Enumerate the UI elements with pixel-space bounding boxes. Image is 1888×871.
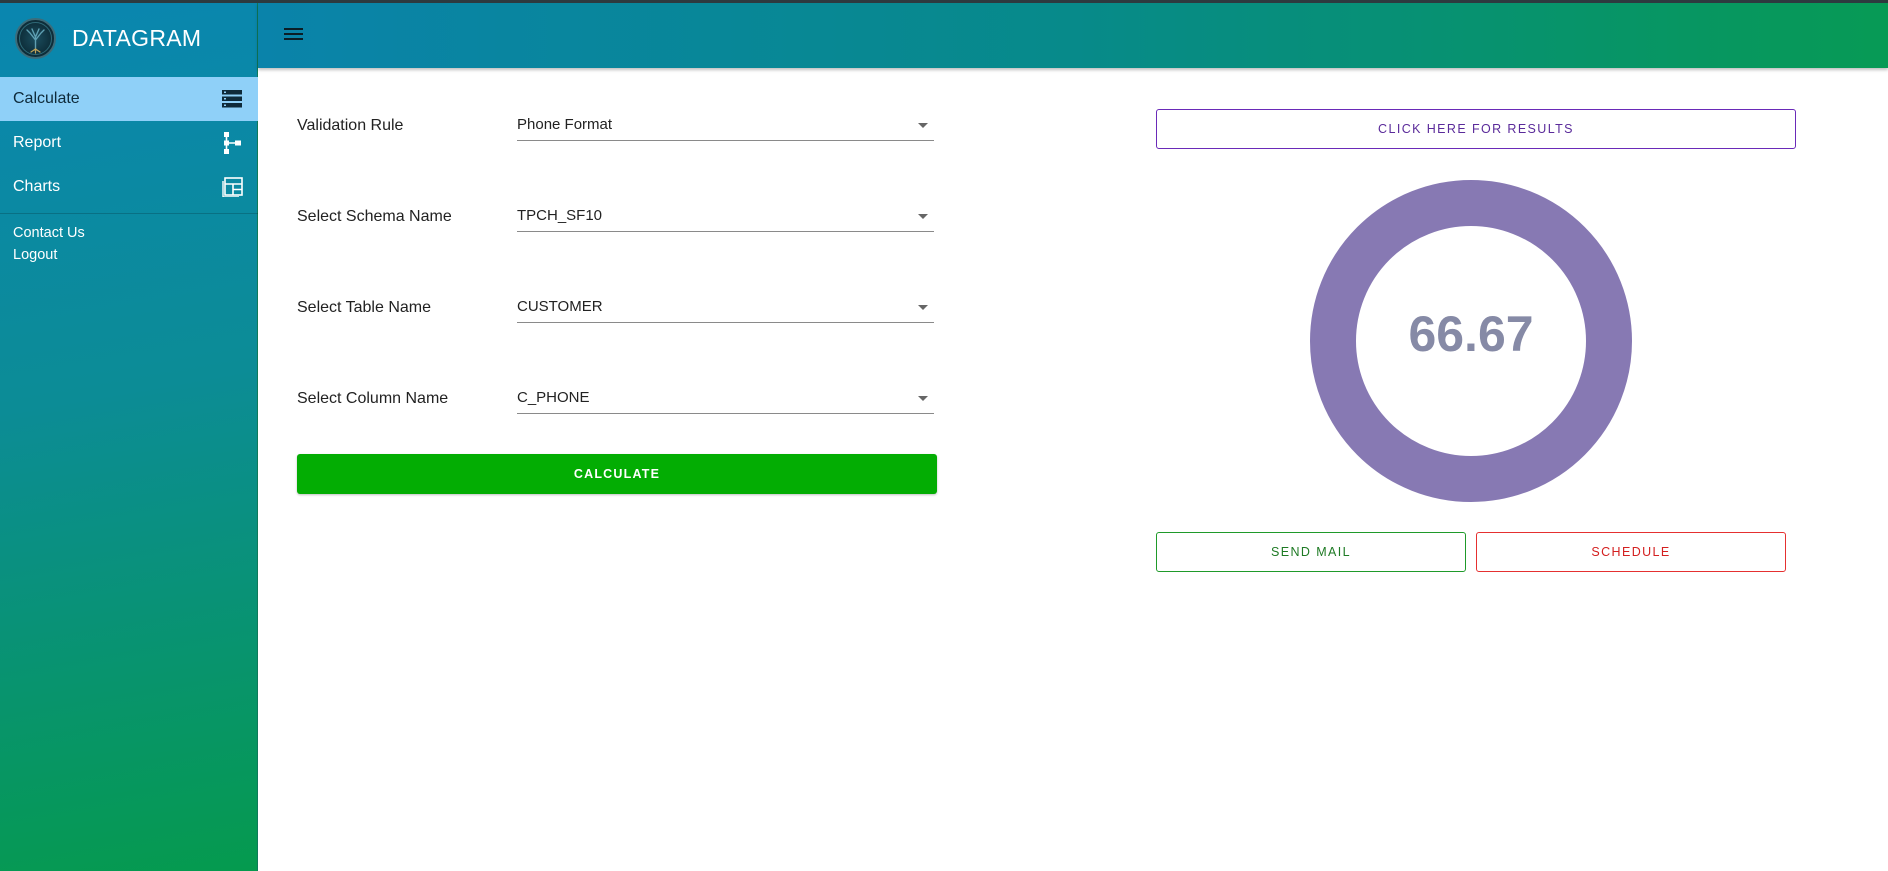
sidebar-item-report[interactable]: Report xyxy=(0,121,258,165)
column-name-row: Select Column Name C_PHONE xyxy=(297,373,937,464)
select-value: C_PHONE xyxy=(517,389,590,406)
sidebar: DATAGRAM Calculate Report Charts Contact… xyxy=(0,0,258,871)
app-title: DATAGRAM xyxy=(72,25,202,51)
select-value: CUSTOMER xyxy=(517,298,603,315)
field-label: Select Column Name xyxy=(297,390,449,407)
schema-name-row: Select Schema Name TPCH_SF10 xyxy=(297,191,937,282)
field-label: Select Schema Name xyxy=(297,208,452,225)
sidebar-item-label: Calculate xyxy=(13,90,80,107)
validation-rule-select[interactable]: Phone Format xyxy=(517,114,934,141)
validation-form: Validation Rule Phone Format Select Sche… xyxy=(297,100,937,464)
chevron-down-icon xyxy=(918,214,928,219)
sidebar-item-label: Report xyxy=(13,134,62,151)
chevron-down-icon xyxy=(918,305,928,310)
send-mail-button[interactable]: SEND MAIL xyxy=(1156,532,1466,572)
top-app-bar xyxy=(258,3,1888,68)
hierarchy-icon xyxy=(221,132,243,154)
table-name-row: Select Table Name CUSTOMER xyxy=(297,282,937,373)
validation-rule-row: Validation Rule Phone Format xyxy=(297,100,937,191)
sidebar-nav: Calculate Report Charts Contact Us Logou… xyxy=(0,77,258,266)
schedule-button[interactable]: SCHEDULE xyxy=(1476,532,1786,572)
chevron-down-icon xyxy=(918,396,928,401)
schema-name-select[interactable]: TPCH_SF10 xyxy=(517,205,934,232)
results-button[interactable]: CLICK HERE FOR RESULTS xyxy=(1156,109,1796,149)
window-top-stripe xyxy=(0,0,1888,3)
brand: DATAGRAM xyxy=(0,3,258,74)
logout-link[interactable]: Logout xyxy=(13,244,258,266)
select-value: Phone Format xyxy=(517,116,613,133)
contact-us-link[interactable]: Contact Us xyxy=(13,222,258,244)
chevron-down-icon xyxy=(918,123,928,128)
field-label: Validation Rule xyxy=(297,117,404,134)
sidebar-item-calculate[interactable]: Calculate xyxy=(0,77,258,121)
calculate-button[interactable]: CALCULATE xyxy=(297,454,937,494)
sidebar-links: Contact Us Logout xyxy=(0,214,258,266)
score-value: 66.67 xyxy=(1408,306,1534,362)
sidebar-item-charts[interactable]: Charts xyxy=(0,165,258,209)
field-label: Select Table Name xyxy=(297,299,431,316)
score-gauge: 66.67 xyxy=(1310,180,1632,502)
hamburger-menu-icon[interactable] xyxy=(284,25,306,43)
column-name-select[interactable]: C_PHONE xyxy=(517,387,934,414)
tree-circle-logo xyxy=(15,18,56,59)
sidebar-item-label: Charts xyxy=(13,178,61,195)
select-value: TPCH_SF10 xyxy=(517,207,603,224)
dashboard-layout-icon xyxy=(221,176,243,198)
table-name-select[interactable]: CUSTOMER xyxy=(517,296,934,323)
server-stack-icon xyxy=(221,88,243,110)
